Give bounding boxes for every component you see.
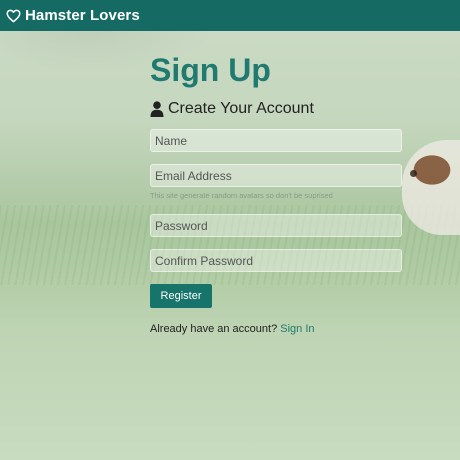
signin-prompt-text: Already have an account? xyxy=(150,323,281,335)
email-field[interactable] xyxy=(150,164,402,187)
signup-form: Sign Up Create Your Account This site ge… xyxy=(150,51,402,335)
page-title: Sign Up xyxy=(150,52,271,88)
form-subtitle: Create Your Account xyxy=(150,98,402,120)
navbar: Hamster Lovers xyxy=(0,0,460,31)
user-icon xyxy=(150,101,164,117)
form-subtitle-text: Create Your Account xyxy=(168,100,314,117)
signin-prompt: Already have an account? Sign In xyxy=(150,323,402,335)
password-field[interactable] xyxy=(150,214,402,237)
email-hint: This site generate random avatars so don… xyxy=(150,191,333,200)
brand-name: Hamster Lovers xyxy=(25,7,140,24)
brand-link[interactable]: Hamster Lovers xyxy=(6,7,140,24)
register-button[interactable]: Register xyxy=(150,284,212,308)
hamster-eye xyxy=(410,170,417,177)
signin-link[interactable]: Sign In xyxy=(280,323,314,335)
name-field[interactable] xyxy=(150,129,402,152)
heart-outline-icon xyxy=(6,9,21,22)
confirm-password-field[interactable] xyxy=(150,249,402,272)
